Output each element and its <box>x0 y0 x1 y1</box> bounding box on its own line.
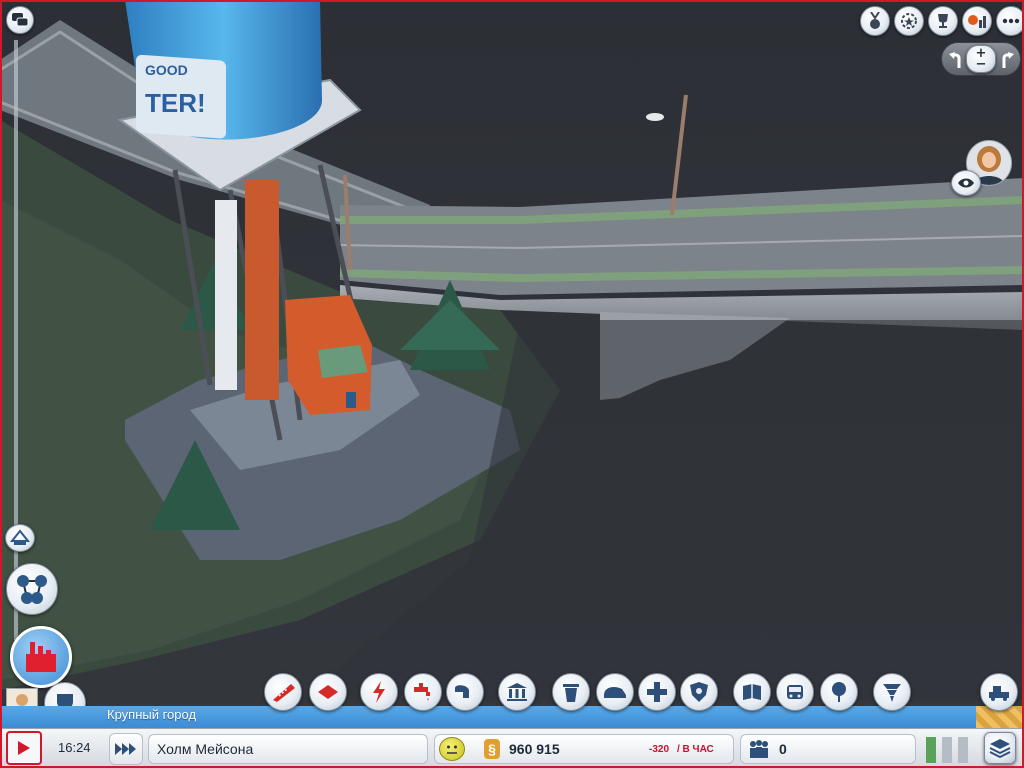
achievements-button[interactable] <box>860 6 890 36</box>
city-specialization-button[interactable] <box>10 626 72 688</box>
achievements-medal-icon <box>870 12 880 29</box>
power-tool-button[interactable] <box>360 673 398 711</box>
health-tool-icon <box>647 682 667 702</box>
camera-controls: + − <box>941 42 1021 76</box>
police-tool-button[interactable] <box>680 673 718 711</box>
fire-tool-icon <box>604 687 626 698</box>
zoom-button[interactable]: + − <box>966 45 996 73</box>
rotate-right-icon <box>1002 52 1014 68</box>
view-button[interactable] <box>951 170 981 196</box>
trophy-icon <box>938 14 948 28</box>
fire-tool-button[interactable] <box>596 673 634 711</box>
more-options-button[interactable] <box>996 6 1024 36</box>
more-options-icon <box>1002 18 1020 24</box>
leaderboard-button[interactable] <box>962 6 992 36</box>
water-tool-icon <box>414 683 430 701</box>
chat-bubbles-icon <box>12 13 29 27</box>
parks-tool-button[interactable] <box>820 673 858 711</box>
city-name-field[interactable]: Холм Мейсона <box>148 734 428 764</box>
great-works-tool-button[interactable] <box>980 673 1018 711</box>
simoleon-icon: § <box>484 739 500 759</box>
demand-bar-residential <box>926 737 936 763</box>
leaderboard-icon <box>968 15 986 28</box>
rotate-right-button[interactable] <box>1000 50 1016 70</box>
chat-button[interactable] <box>6 6 34 34</box>
play-pause-button[interactable] <box>6 731 42 765</box>
demand-bar-industrial <box>958 737 968 763</box>
eye-icon <box>958 178 974 188</box>
rotate-left-icon <box>949 52 961 68</box>
parks-tool-icon <box>832 682 846 702</box>
water-tool-button[interactable] <box>404 673 442 711</box>
rci-demand-meter[interactable] <box>924 731 974 765</box>
tower-sign-top: GOOD <box>145 62 188 78</box>
rotate-left-button[interactable] <box>947 50 963 70</box>
mood-indicator[interactable] <box>439 737 465 761</box>
hourly-income: -320 <box>649 744 670 755</box>
speed-button[interactable] <box>109 733 143 765</box>
education-tool-button[interactable] <box>733 673 771 711</box>
zoning-tool-icon <box>318 685 338 699</box>
sewage-tool-icon <box>455 685 469 698</box>
disaster-tool-icon <box>883 684 901 702</box>
tower-pipe <box>245 180 279 400</box>
government-tool-button[interactable] <box>498 673 536 711</box>
income-unit: / В ЧАС <box>677 744 714 755</box>
roads-tool-button[interactable] <box>264 673 302 711</box>
transport-tool-icon <box>787 685 803 699</box>
city-view[interactable]: GOOD TER! <box>0 0 1024 768</box>
population-count: 0 <box>779 741 787 757</box>
power-tool-icon <box>373 681 385 703</box>
great-works-tool-icon <box>989 686 1009 701</box>
population-icon <box>750 740 768 758</box>
police-tool-icon <box>690 682 708 702</box>
data-maps-button[interactable] <box>5 524 35 552</box>
city-name: Холм Мейсона <box>157 741 254 757</box>
health-tool-button[interactable] <box>638 673 676 711</box>
education-tool-icon <box>743 684 761 700</box>
zoom-out-button[interactable]: − <box>976 58 987 71</box>
fast-forward-icon <box>115 743 136 755</box>
game-time: 16:24 <box>58 740 91 755</box>
sewage-tool-button[interactable] <box>446 673 484 711</box>
play-icon <box>18 741 30 755</box>
population-panel[interactable]: 0 <box>740 734 916 764</box>
roads-tool-icon <box>273 684 295 702</box>
data-map-icon <box>10 529 30 545</box>
garbage-tool-icon <box>563 684 579 702</box>
status-bar: 16:24 Холм Мейсона § 960 915 -320 / В ЧА… <box>0 728 1024 768</box>
finance-panel[interactable]: § 960 915 -320 / В ЧАС <box>434 734 734 764</box>
region-network-icon <box>17 575 47 604</box>
transport-tool-button[interactable] <box>776 673 814 711</box>
wreath-icon <box>901 13 917 29</box>
tower-sign-bottom: TER! <box>145 88 206 118</box>
industry-icon <box>26 642 56 672</box>
government-tool-icon <box>507 683 527 701</box>
neutral-face-icon <box>447 745 457 754</box>
svg-text:§: § <box>488 741 496 757</box>
demand-bar-commercial <box>942 737 952 763</box>
region-label: Крупный город <box>107 707 197 722</box>
zoning-tool-button[interactable] <box>309 673 347 711</box>
garbage-tool-button[interactable] <box>552 673 590 711</box>
wreath-button[interactable] <box>894 6 924 36</box>
layers-icon <box>989 739 1011 758</box>
money-balance: 960 915 <box>509 741 560 757</box>
trophy-button[interactable] <box>928 6 958 36</box>
disaster-tool-button[interactable] <box>873 673 911 711</box>
layers-button[interactable] <box>984 732 1016 764</box>
region-button[interactable] <box>6 563 58 615</box>
